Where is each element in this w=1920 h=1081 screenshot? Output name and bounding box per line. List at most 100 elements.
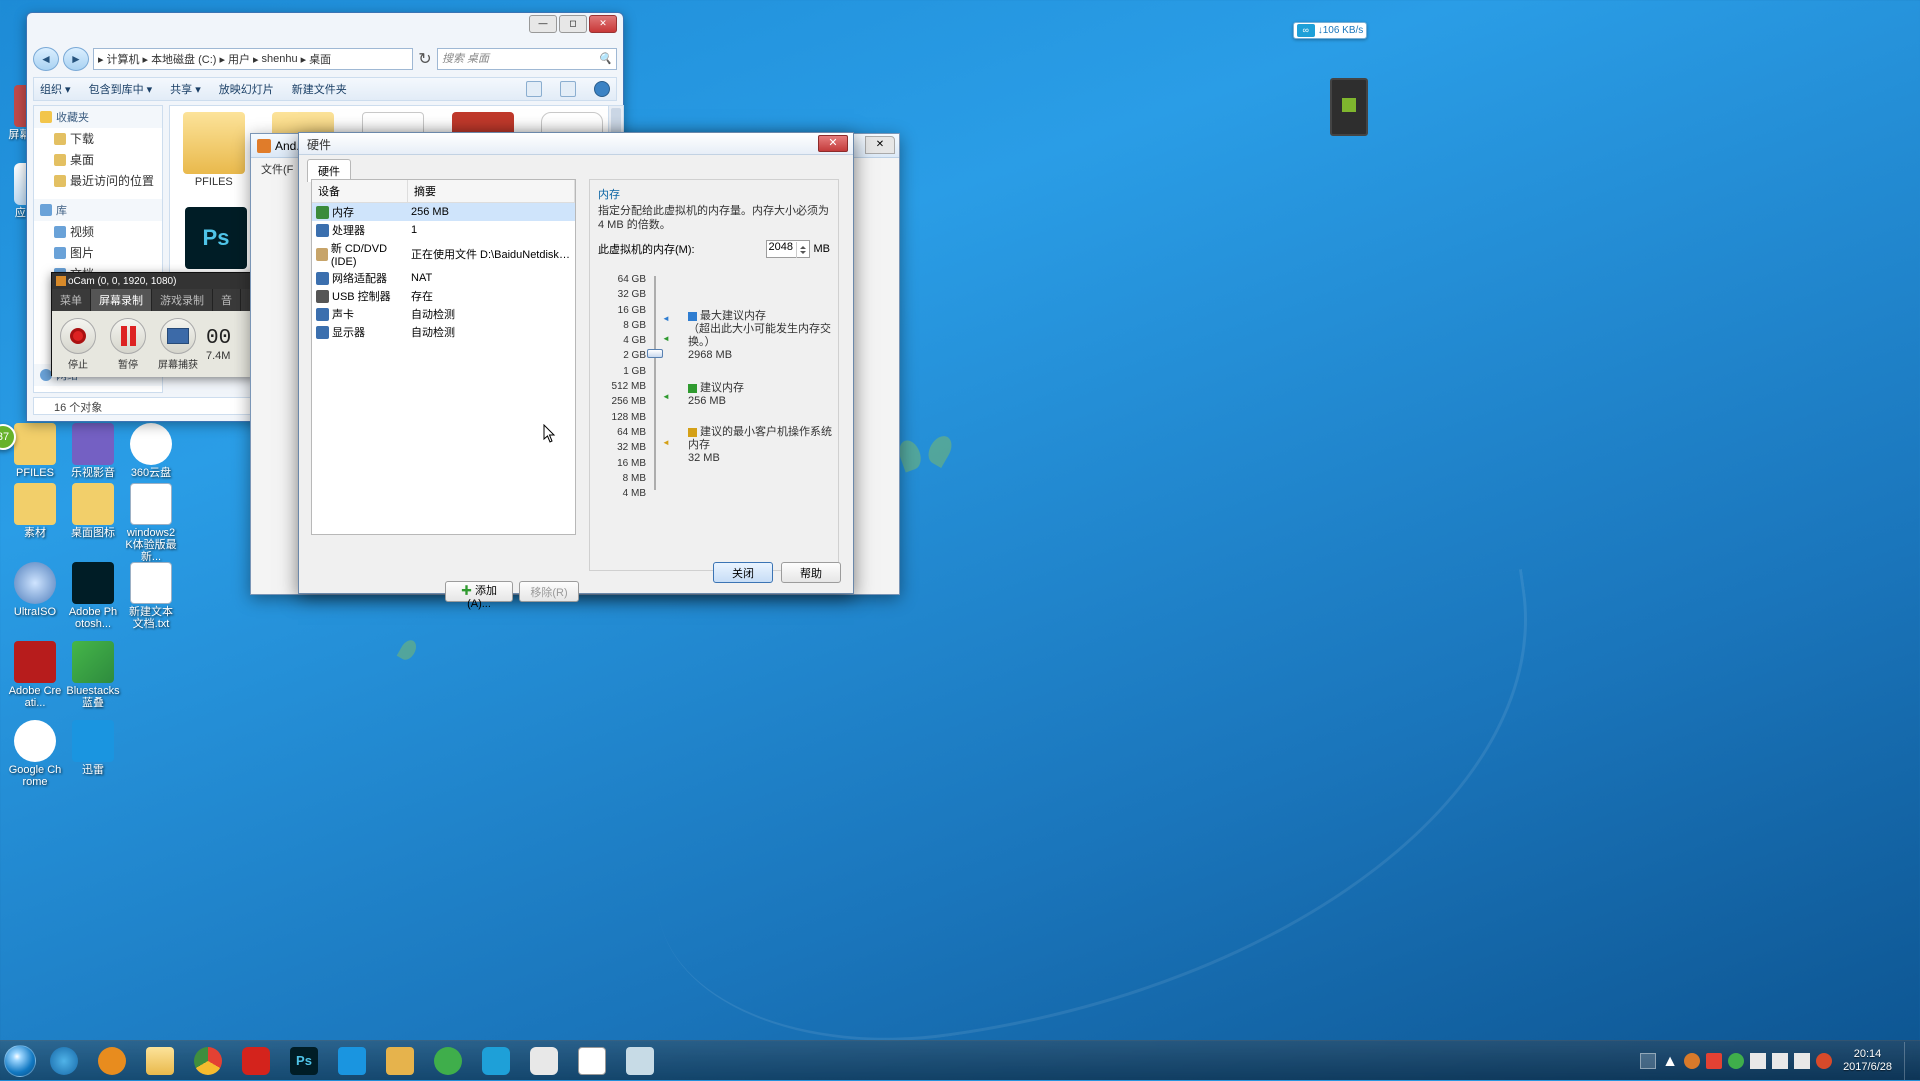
tray-ic[interactable] [1706, 1053, 1722, 1069]
task-netease[interactable] [233, 1042, 279, 1080]
task-cloud[interactable] [521, 1042, 567, 1080]
vmware-icon [257, 139, 271, 153]
library-icon [40, 204, 52, 216]
task-baidu[interactable] [473, 1042, 519, 1080]
new-folder-button[interactable]: 新建文件夹 [292, 81, 347, 97]
tray-ic[interactable] [1684, 1053, 1700, 1069]
ocam-pause[interactable]: 暂停 [106, 318, 150, 371]
file-item[interactable]: PsAdobe [176, 207, 256, 274]
desk-icon[interactable]: UltraISO [8, 562, 62, 618]
desk-icon[interactable]: 迅雷 [66, 720, 120, 776]
desk-icon[interactable]: PFILES [8, 423, 62, 479]
desk-icon[interactable]: Bluestacks 蓝叠 [66, 641, 120, 709]
organize-menu[interactable]: 组织 ▾ [40, 81, 71, 97]
breadcrumb[interactable]: ▸计算机▸ 本地磁盘 (C:)▸ 用户▸ shenhu▸ 桌面 [93, 48, 413, 70]
task-photoshop[interactable]: Ps [281, 1042, 327, 1080]
device-row[interactable]: USB 控制器存在 [312, 287, 575, 305]
ocam-tab-audio[interactable]: 音 [213, 289, 241, 311]
desk-icon[interactable]: 新建文本文档.txt [124, 562, 178, 630]
tray-network-icon[interactable] [1750, 1053, 1766, 1069]
desk-icon[interactable]: 素材 [8, 483, 62, 539]
dialog-close-button[interactable]: ✕ [818, 135, 848, 152]
desk-icon[interactable]: Adobe Photosh... [66, 562, 120, 630]
view-icon[interactable] [526, 81, 542, 97]
ocam-tab-screen[interactable]: 屏幕录制 [91, 289, 152, 311]
task-360[interactable] [425, 1042, 471, 1080]
tray-show-hidden[interactable] [1640, 1053, 1656, 1069]
add-hardware-button[interactable]: ✚ 添加(A)... [445, 581, 513, 602]
share-menu[interactable]: 共享 ▾ [170, 81, 201, 97]
device-row[interactable]: 网络适配器NAT [312, 269, 575, 287]
tray-ic[interactable] [1728, 1053, 1744, 1069]
current-marker-icon: ◄ [662, 334, 670, 343]
device-row[interactable]: 内存256 MB [312, 203, 575, 221]
hardware-dialog: 硬件 ✕ 硬件 设备摘要 内存256 MB处理器1新 CD/DVD (IDE)正… [298, 132, 854, 594]
minimize-button[interactable]: — [529, 15, 557, 33]
help-icon[interactable] [594, 81, 610, 97]
device-row[interactable]: 处理器1 [312, 221, 575, 239]
desk-icon[interactable]: Google Chrome [8, 720, 62, 788]
explorer-toolbar: 组织 ▾ 包含到库中 ▾ 共享 ▾ 放映幻灯片 新建文件夹 [33, 77, 617, 101]
desk-icon[interactable]: 乐视影音 [66, 423, 120, 479]
sidebar-recent[interactable]: 最近访问的位置 [34, 170, 162, 191]
task-ie[interactable] [41, 1042, 87, 1080]
start-button[interactable] [0, 1041, 40, 1081]
task-chrome[interactable] [185, 1042, 231, 1080]
back-button[interactable]: ◄ [33, 47, 59, 71]
task-media[interactable] [89, 1042, 135, 1080]
device-row[interactable]: 显示器自动检测 [312, 323, 575, 341]
maximize-button[interactable]: ◻ [559, 15, 587, 33]
task-ocam[interactable] [569, 1042, 615, 1080]
desk-icon[interactable]: 桌面图标 [66, 483, 120, 539]
device-row[interactable]: 新 CD/DVD (IDE)正在使用文件 D:\BaiduNetdiskDown… [312, 239, 575, 269]
sidebar-videos[interactable]: 视频 [34, 221, 162, 242]
task-notepad[interactable] [617, 1042, 663, 1080]
tray-ic[interactable] [1816, 1053, 1832, 1069]
forward-button[interactable]: ► [63, 47, 89, 71]
max-marker-icon: ◄ [662, 314, 670, 323]
ocam-timer: 00 [206, 327, 231, 350]
include-in-library-menu[interactable]: 包含到库中 ▾ [89, 81, 153, 97]
remove-hardware-button: 移除(R) [519, 581, 579, 602]
slideshow-button[interactable]: 放映幻灯片 [219, 81, 274, 97]
memory-slider[interactable]: 64 GB32 GB16 GB8 GB4 GB2 GB1 GB512 MB256… [598, 272, 832, 512]
tray-ic[interactable] [1794, 1053, 1810, 1069]
sidebar-pictures[interactable]: 图片 [34, 242, 162, 263]
tray-arrow-icon[interactable]: ▲ [1662, 1053, 1678, 1069]
task-vmware[interactable] [377, 1042, 423, 1080]
help-button[interactable]: 帮助 [781, 562, 841, 583]
network-indicator[interactable]: ∞↓ 106 KB/s [1293, 22, 1367, 39]
sidebar-downloads[interactable]: 下载 [34, 128, 162, 149]
close-dialog-button[interactable]: 关闭 [713, 562, 773, 583]
device-row[interactable]: 声卡自动检测 [312, 305, 575, 323]
star-icon [40, 111, 52, 123]
ocam-window: oCam (0, 0, 1920, 1080) 菜单 屏幕录制 游戏录制 音 停… [51, 272, 256, 376]
vmware-close[interactable]: ✕ [865, 136, 895, 154]
cloud-icon: ∞ [1297, 24, 1315, 37]
tray-volume-icon[interactable] [1772, 1053, 1788, 1069]
clock[interactable]: 20:142017/6/28 [1835, 1048, 1900, 1074]
preview-pane-icon[interactable] [560, 81, 576, 97]
ocam-stop[interactable]: 停止 [56, 318, 100, 371]
memory-input[interactable]: 2048 [766, 240, 810, 258]
slider-thumb[interactable] [647, 349, 663, 358]
task-explorer[interactable] [137, 1042, 183, 1080]
desk-icon[interactable]: Adobe Creati... [8, 641, 62, 709]
ocam-capture[interactable]: 屏幕捕获 [156, 318, 200, 371]
ocam-tab-menu[interactable]: 菜单 [52, 289, 91, 311]
desk-icon[interactable]: windows2K体验版最新... [124, 483, 178, 563]
desk-icon[interactable]: 360云盘 [124, 423, 178, 479]
show-desktop[interactable] [1904, 1042, 1918, 1080]
search-input[interactable]: 搜索 桌面 🔍 [437, 48, 617, 70]
device-list[interactable]: 设备摘要 内存256 MB处理器1新 CD/DVD (IDE)正在使用文件 D:… [311, 179, 576, 535]
close-button[interactable]: ✕ [589, 15, 617, 33]
ocam-icon [56, 276, 66, 286]
sidebar-desktop[interactable]: 桌面 [34, 149, 162, 170]
ocam-title: oCam (0, 0, 1920, 1080) [68, 276, 176, 287]
min-marker-icon: ◄ [662, 438, 670, 447]
spinner-icon[interactable] [796, 242, 808, 258]
dialog-title: 硬件 [299, 133, 853, 155]
phone-widget[interactable] [1330, 78, 1368, 136]
task-thunder[interactable] [329, 1042, 375, 1080]
ocam-tab-game[interactable]: 游戏录制 [152, 289, 213, 311]
